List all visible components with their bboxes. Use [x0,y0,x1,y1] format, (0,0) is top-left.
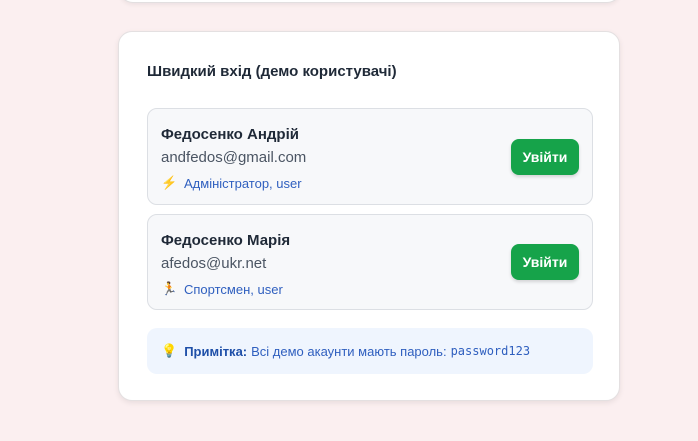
user-roles: ⚡ Адміністратор, user [161,175,302,191]
user-email: andfedos@gmail.com [161,149,307,166]
lightning-icon: ⚡ [161,175,178,190]
password-note: 💡 Примітка: Всі демо акаунти мають парол… [147,328,593,374]
login-button-mariia[interactable]: Увійти [511,244,579,280]
demo-user-card-andrii: Федосенко Андрій andfedos@gmail.com ⚡ Ад… [147,108,593,205]
note-password: password123 [450,344,531,358]
user-name: Федосенко Андрій [161,126,299,143]
user-roles: 🏃 Спортсмен, user [161,281,283,297]
user-roles-text: Адміністратор, user [184,175,302,191]
note-text: Всі демо акаунти мають пароль: [251,343,447,359]
demo-user-card-mariia: Федосенко Марія afedos@ukr.net 🏃 Спортсм… [147,214,593,310]
user-email: afedos@ukr.net [161,255,267,272]
runner-icon: 🏃 [161,281,178,296]
lightbulb-icon: 💡 [161,343,178,358]
note-label: Примітка: [184,343,248,359]
user-name: Федосенко Марія [161,232,291,249]
user-roles-text: Спортсмен, user [184,281,283,297]
quick-login-title: Швидкий вхід (демо користувачі) [147,63,397,80]
login-button-andrii[interactable]: Увійти [511,139,579,175]
previous-card-edge [119,0,621,3]
quick-login-card: Швидкий вхід (демо користувачі) Федосенк… [118,31,620,401]
